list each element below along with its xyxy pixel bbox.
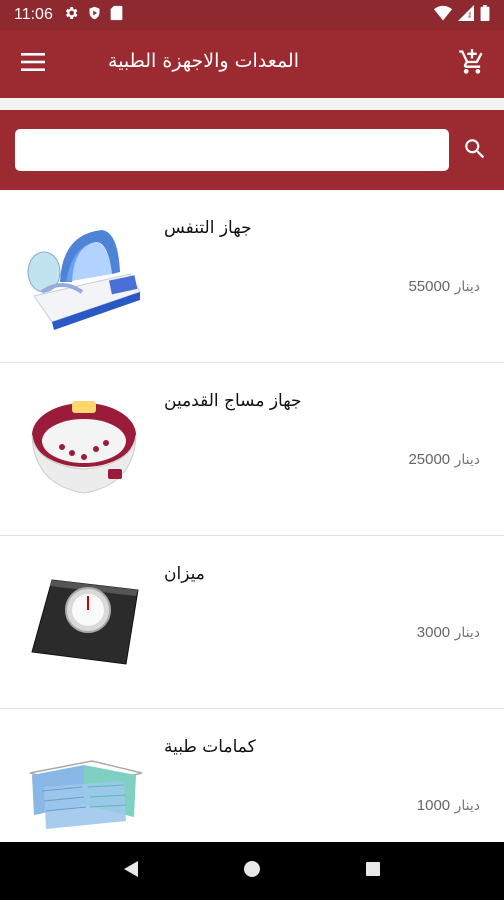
product-price-amount: 1000 (416, 797, 451, 814)
product-list: جهاز التنفس دينار 55000 جهاز مساج القدمي… (0, 190, 504, 842)
product-price: دينار 3000 (417, 624, 480, 641)
product-price: دينار 55000 (408, 278, 480, 295)
product-item[interactable]: جهاز التنفس دينار 55000 (0, 190, 504, 363)
sd-card-icon (110, 5, 123, 26)
home-icon (242, 859, 262, 883)
status-bar: 11:06 (0, 0, 504, 30)
shield-play-icon (87, 5, 102, 26)
recents-button[interactable] (353, 851, 393, 891)
product-name: كمامات طبية (164, 737, 256, 757)
product-name: ميزان (164, 564, 205, 584)
product-item[interactable]: جهاز مساج القدمين دينار 25000 (0, 363, 504, 536)
add-to-cart-icon (458, 48, 486, 80)
hamburger-icon (21, 53, 45, 75)
recents-icon (364, 860, 382, 882)
product-currency: دينار (454, 452, 480, 468)
menu-button[interactable] (18, 50, 48, 78)
status-right (434, 4, 490, 26)
search-icon (462, 136, 488, 166)
cart-button[interactable] (456, 48, 488, 80)
search-input[interactable] (15, 129, 449, 171)
status-notification-icons (63, 5, 123, 26)
product-price-amount: 3000 (416, 624, 451, 641)
scale-image (22, 558, 146, 682)
wifi-icon (434, 5, 452, 26)
product-name: جهاز التنفس (164, 218, 252, 238)
back-button[interactable] (111, 851, 151, 891)
product-price: دينار 25000 (408, 451, 480, 468)
face-masks-image (22, 731, 146, 842)
gear-icon (63, 5, 79, 26)
product-currency: دينار (454, 625, 480, 641)
home-button[interactable] (232, 851, 272, 891)
app-bar: المعدات والاجهزة الطبية (0, 30, 504, 98)
product-item[interactable]: ميزان دينار 3000 (0, 536, 504, 709)
product-price-amount: 55000 (408, 278, 451, 295)
signal-icon (458, 4, 474, 26)
search-button[interactable] (460, 136, 490, 166)
status-time: 11:06 (14, 6, 53, 23)
product-price: دينار 1000 (417, 797, 480, 814)
status-left: 11:06 (14, 5, 123, 26)
page-title: المعدات والاجهزة الطبية (108, 50, 299, 72)
nebulizer-image (22, 212, 146, 336)
foot-massager-image (22, 385, 146, 509)
system-nav-bar (0, 842, 504, 900)
back-icon (122, 859, 140, 883)
product-item[interactable]: كمامات طبية دينار 1000 (0, 709, 504, 842)
product-price-amount: 25000 (408, 451, 451, 468)
product-name: جهاز مساج القدمين (164, 391, 302, 411)
header-divider (0, 98, 504, 110)
search-bar (0, 110, 504, 190)
battery-icon (480, 4, 490, 26)
product-currency: دينار (454, 279, 480, 295)
product-currency: دينار (454, 798, 480, 814)
